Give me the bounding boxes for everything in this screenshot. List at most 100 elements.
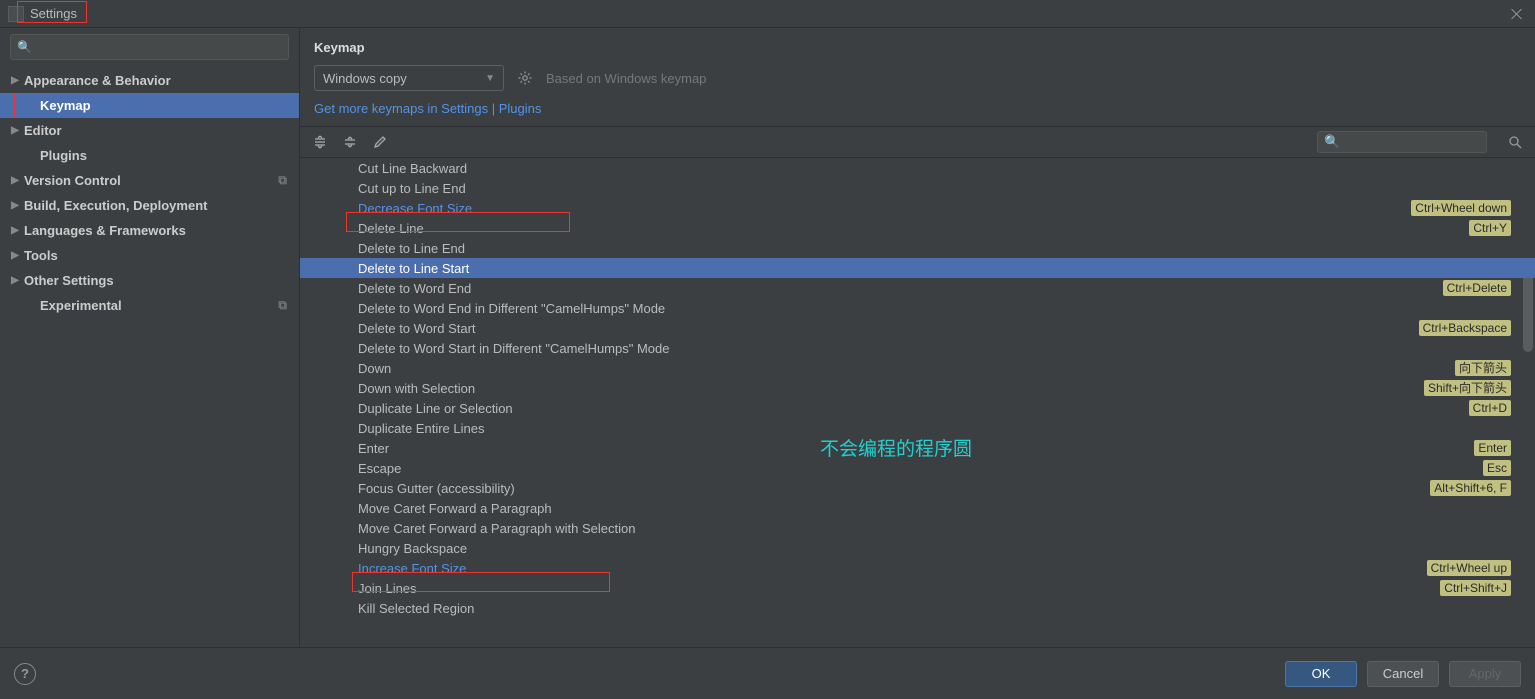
action-label: Delete to Word End — [358, 281, 471, 296]
shortcut-badge: Alt+Shift+6, F — [1430, 480, 1511, 496]
action-row[interactable]: Cut Line Backward — [300, 158, 1535, 178]
get-more-keymaps-link[interactable]: Get more keymaps in Settings | Plugins — [314, 101, 541, 116]
sidebar: 🔍 ▶Appearance & Behavior▶Keymap▶Editor▶P… — [0, 28, 300, 647]
scope-badge-icon: ⧉ — [278, 173, 287, 188]
chevron-down-icon: ▼ — [485, 73, 495, 84]
help-button[interactable]: ? — [14, 663, 36, 685]
action-row[interactable]: EnterEnter — [300, 438, 1535, 458]
action-label: Join Lines — [358, 581, 417, 596]
search-icon: 🔍 — [17, 40, 32, 54]
sidebar-search-input[interactable] — [36, 40, 282, 55]
keymap-link-row: Get more keymaps in Settings | Plugins — [300, 97, 1535, 126]
action-row[interactable]: Join Lines Ctrl+Shift+J — [300, 578, 1535, 598]
based-on-label: Based on Windows keymap — [546, 71, 706, 86]
chevron-right-icon: ▶ — [10, 75, 20, 86]
action-row[interactable]: Down向下箭头 — [300, 358, 1535, 378]
action-label: Down with Selection — [358, 381, 475, 396]
search-icon: 🔍 — [1324, 134, 1340, 150]
keymap-toolbar: 🔍 — [300, 126, 1535, 158]
action-row[interactable]: Delete to Word StartCtrl+Backspace — [300, 318, 1535, 338]
chevron-right-icon: ▶ — [10, 250, 20, 261]
sidebar-item-label: Other Settings — [24, 273, 114, 288]
keymap-scheme-row: Windows copy ▼ Based on Windows keymap — [300, 65, 1535, 97]
action-row[interactable]: Decrease Font Size Ctrl+Wheel down — [300, 198, 1535, 218]
action-label: Duplicate Line or Selection — [358, 401, 513, 416]
action-row[interactable]: Move Caret Forward a Paragraph with Sele… — [300, 518, 1535, 538]
action-row[interactable]: Kill Selected Region — [300, 598, 1535, 618]
action-row[interactable]: Hungry Backspace — [300, 538, 1535, 558]
action-search-input[interactable] — [1344, 135, 1499, 149]
action-label: Delete to Word End in Different "CamelHu… — [358, 301, 665, 316]
action-row[interactable]: Move Caret Forward a Paragraph — [300, 498, 1535, 518]
action-row[interactable]: Delete to Line End — [300, 238, 1535, 258]
cancel-button[interactable]: Cancel — [1367, 661, 1439, 687]
action-label: Escape — [358, 461, 401, 476]
sidebar-item-label: Keymap — [40, 98, 91, 113]
action-row[interactable]: Delete to Word End Ctrl+Delete — [300, 278, 1535, 298]
close-icon[interactable] — [1509, 6, 1525, 22]
action-label: Delete to Line Start — [358, 261, 469, 276]
sidebar-item-editor[interactable]: ▶Editor — [0, 118, 299, 143]
action-row[interactable]: Delete to Word Start in Different "Camel… — [300, 338, 1535, 358]
sidebar-item-tools[interactable]: ▶ Tools — [0, 243, 299, 268]
sidebar-item-label: Tools — [24, 248, 58, 263]
sidebar-item-plugins[interactable]: ▶Plugins — [0, 143, 299, 168]
action-row[interactable]: Duplicate Entire Lines — [300, 418, 1535, 438]
find-by-shortcut-icon[interactable] — [1505, 132, 1525, 152]
action-row[interactable]: Delete to Word End in Different "CamelHu… — [300, 298, 1535, 318]
settings-tree: ▶Appearance & Behavior▶Keymap▶Editor▶Plu… — [0, 66, 299, 647]
shortcut-badge: Ctrl+Delete — [1443, 280, 1511, 296]
app-icon — [8, 6, 24, 22]
action-row[interactable]: Duplicate Line or SelectionCtrl+D — [300, 398, 1535, 418]
action-row[interactable]: Down with SelectionShift+向下箭头 — [300, 378, 1535, 398]
expand-all-icon[interactable] — [310, 132, 330, 152]
sidebar-item-label: Experimental — [40, 298, 122, 313]
shortcut-badge: Enter — [1474, 440, 1511, 456]
action-row[interactable]: Cut up to Line End — [300, 178, 1535, 198]
action-label: Hungry Backspace — [358, 541, 467, 556]
action-label: Down — [358, 361, 391, 376]
keymap-scheme-dropdown[interactable]: Windows copy ▼ — [314, 65, 504, 91]
chevron-right-icon: ▶ — [10, 200, 20, 211]
collapse-all-icon[interactable] — [340, 132, 360, 152]
action-row[interactable]: Delete to Line Start — [300, 258, 1535, 278]
keymap-scheme-value: Windows copy — [323, 71, 407, 86]
action-label: Delete Line — [358, 221, 424, 236]
action-label: Duplicate Entire Lines — [358, 421, 484, 436]
sidebar-item-label: Editor — [24, 123, 62, 138]
sidebar-item-build-execution-deployment[interactable]: ▶Build, Execution, Deployment — [0, 193, 299, 218]
content-title: Keymap — [300, 28, 1535, 65]
action-row[interactable]: Focus Gutter (accessibility)Alt+Shift+6,… — [300, 478, 1535, 498]
window-title: Settings — [30, 6, 77, 21]
scope-badge-icon: ⧉ — [278, 298, 287, 313]
action-label: Delete to Word Start in Different "Camel… — [358, 341, 670, 356]
apply-button[interactable]: Apply — [1449, 661, 1521, 687]
sidebar-item-experimental[interactable]: ▶Experimental⧉ — [0, 293, 299, 318]
footer: ? OK Cancel Apply — [0, 647, 1535, 699]
shortcut-badge: Ctrl+Wheel down — [1411, 200, 1511, 216]
action-search[interactable]: 🔍 — [1317, 131, 1487, 153]
chevron-right-icon: ▶ — [10, 275, 20, 286]
action-label: Move Caret Forward a Paragraph with Sele… — [358, 521, 635, 536]
sidebar-item-languages-frameworks[interactable]: ▶Languages & Frameworks — [0, 218, 299, 243]
sidebar-item-appearance-behavior[interactable]: ▶Appearance & Behavior — [0, 68, 299, 93]
sidebar-item-label: Version Control — [24, 173, 121, 188]
action-row[interactable]: EscapeEsc — [300, 458, 1535, 478]
content: Keymap Windows copy ▼ Based on Windows k… — [300, 28, 1535, 647]
action-row[interactable]: Delete LineCtrl+Y — [300, 218, 1535, 238]
action-label: Cut up to Line End — [358, 181, 466, 196]
sidebar-item-label: Plugins — [40, 148, 87, 163]
action-list[interactable]: Cut Line Backward Cut up to Line End Decre… — [300, 158, 1535, 647]
titlebar: Settings — [0, 0, 1535, 28]
edit-icon[interactable] — [370, 132, 390, 152]
sidebar-item-version-control[interactable]: ▶Version Control⧉ — [0, 168, 299, 193]
action-row[interactable]: Increase Font SizeCtrl+Wheel up — [300, 558, 1535, 578]
shortcut-badge: Ctrl+Shift+J — [1440, 580, 1511, 596]
sidebar-search[interactable]: 🔍 — [10, 34, 289, 60]
action-label: Decrease Font Size — [358, 201, 472, 216]
sidebar-item-other-settings[interactable]: ▶ Other Settings — [0, 268, 299, 293]
sidebar-item-label: Languages & Frameworks — [24, 223, 186, 238]
gear-icon[interactable] — [516, 69, 534, 87]
sidebar-item-keymap[interactable]: ▶Keymap — [0, 93, 299, 118]
ok-button[interactable]: OK — [1285, 661, 1357, 687]
